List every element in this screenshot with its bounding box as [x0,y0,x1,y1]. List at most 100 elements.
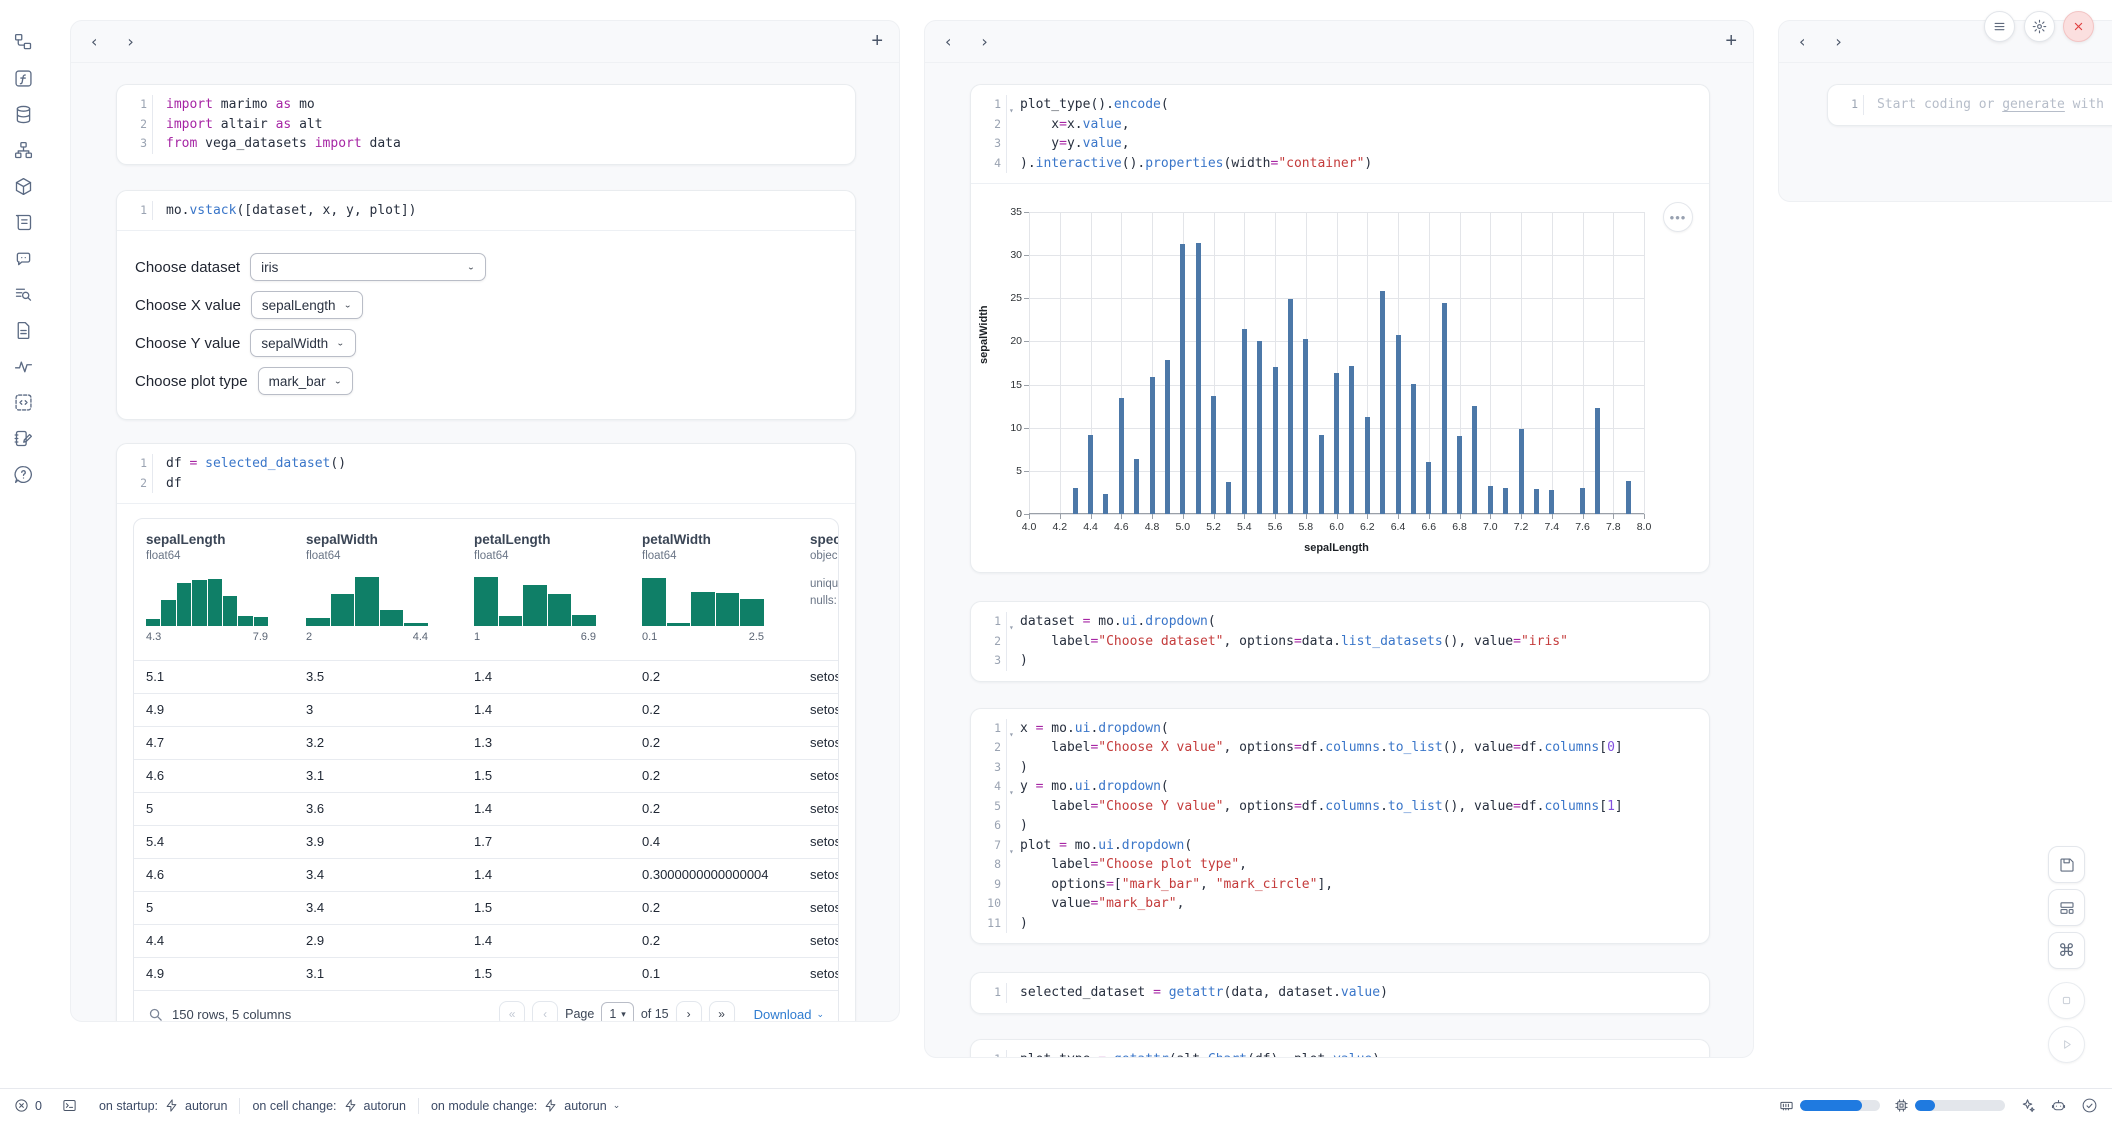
chart-actions-icon[interactable]: ••• [1663,202,1693,232]
connection-status-icon[interactable] [2081,1097,2098,1114]
chart-bar [1488,486,1493,514]
chart-bar [1180,244,1185,514]
chart-bar [1426,462,1431,514]
table-row[interactable]: 5.13.51.40.2setos [134,660,838,693]
code-editor[interactable]: 1selected_dataset = getattr(data, datase… [971,973,1709,1013]
dropdown-select[interactable]: iris⌄ [250,253,486,281]
search-icon[interactable] [148,1007,163,1022]
code-editor[interactable]: 1▾dataset = mo.ui.dropdown(2 label="Choo… [971,602,1709,681]
column-name: speci [810,532,839,547]
code-editor[interactable]: 1▾x = mo.ui.dropdown(2 label="Choose X v… [971,709,1709,944]
code-editor[interactable]: 1mo.vstack([dataset, x, y, plot]) [117,191,855,231]
sidebar-panel-functions[interactable] [9,64,37,92]
chart-bar [1472,406,1477,514]
sidebar-panel-packages[interactable] [9,172,37,200]
hist-bar [499,616,523,626]
code-editor[interactable]: 1import marimo as mo2import altair as al… [117,85,855,164]
download-button[interactable]: Download ⌄ [754,1007,824,1022]
code-editor[interactable]: 1 Start coding or generate with [1828,85,2112,125]
table-row[interactable]: 4.63.11.50.2setos [134,759,838,792]
column-header-speci[interactable]: speciobjecuniqunulls: [810,532,839,610]
keyboard-shortcuts-icon[interactable]: ⌘ [2048,932,2085,969]
previous-page-button[interactable]: ‹ [532,1001,558,1022]
last-page-button[interactable]: » [709,1001,735,1022]
first-page-button[interactable]: « [499,1001,525,1022]
fold-chevron-icon[interactable]: ▾ [1009,101,1014,121]
shutdown-close-icon[interactable] [2063,11,2094,42]
column-scroll-left-button[interactable]: ‹ [1795,30,1809,54]
fold-chevron-icon[interactable]: ▾ [1009,842,1014,862]
sidebar-panel-variables[interactable] [9,280,37,308]
sidebar-panel-datasources[interactable] [9,100,37,128]
table-cell: 1.7 [474,826,492,858]
settings-gear-icon[interactable] [2024,11,2055,42]
zap-icon [543,1098,558,1113]
save-icon[interactable] [2048,846,2085,883]
line-number: 11 [971,914,1007,934]
add-cell-button[interactable]: + [871,30,883,53]
run-play-icon[interactable] [2048,1026,2085,1063]
fold-chevron-icon[interactable]: ▾ [1009,725,1014,745]
table-row[interactable]: 4.73.21.30.2setos [134,726,838,759]
x-tick [1244,514,1245,519]
table-row[interactable]: 4.93.11.50.1setos [134,957,838,990]
column-header-petalLength[interactable]: petalLengthfloat6416.9 [474,532,596,643]
table-row[interactable]: 4.42.91.40.2setos [134,924,838,957]
terminal-icon[interactable] [62,1098,77,1113]
x-tick [1460,514,1461,519]
fold-chevron-icon[interactable]: ▾ [1009,618,1014,638]
dropdown-select[interactable]: sepalLength⌄ [251,291,363,319]
column-header-petalWidth[interactable]: petalWidthfloat640.12.5 [642,532,764,643]
sidebar-panel-dependencies[interactable] [9,136,37,164]
assistant-bot-icon[interactable] [2050,1097,2067,1114]
runtime-setting[interactable]: on startup:autorun [99,1098,227,1113]
sparkles-ai-icon[interactable] [2019,1097,2036,1114]
column-scroll-right-button[interactable]: › [977,30,991,54]
sidebar-panel-tracing[interactable] [9,352,37,380]
layout-grid-icon[interactable] [2048,889,2085,926]
dropdown-select[interactable]: mark_bar⌄ [258,367,353,395]
sidebar-panel-ai-chat[interactable] [9,244,37,272]
error-count-indicator[interactable]: 0 [14,1098,42,1113]
notebook-column-2: ‹ › + 1▾plot_type().encode(2 x=x.value,3… [924,20,1754,1058]
column-header-sepalLength[interactable]: sepalLengthfloat644.37.9 [146,532,268,643]
fold-chevron-icon[interactable]: ▾ [1009,783,1014,803]
cpu-icon [1894,1098,1909,1113]
column-scroll-left-button[interactable]: ‹ [87,30,101,54]
column-scroll-right-button[interactable]: › [123,30,137,54]
add-cell-button[interactable]: + [1725,30,1737,53]
page-select[interactable]: 1 ▾ [601,1002,633,1022]
runtime-setting[interactable]: on module change:autorun⌄ [431,1098,620,1113]
chart-bar [1503,488,1508,514]
hist-bar [161,600,175,626]
column-header-sepalWidth[interactable]: sepalWidthfloat6424.4 [306,532,428,643]
chart-bar [1150,377,1155,514]
dropdown-select[interactable]: sepalWidth⌄ [250,329,355,357]
table-row[interactable]: 53.41.50.2setos [134,891,838,924]
table-row[interactable]: 4.63.41.40.3000000000000004setos [134,858,838,891]
runtime-setting[interactable]: on cell change:autorun [252,1098,406,1113]
table-row[interactable]: 4.931.40.2setos [134,693,838,726]
sidebar-panel-file-tree[interactable] [9,28,37,56]
column-scroll-left-button[interactable]: ‹ [941,30,955,54]
x-tick-label: 4.4 [1083,521,1098,533]
chart-plot-area[interactable]: 051015202530354.04.24.44.64.85.05.25.45.… [1029,212,1644,514]
next-page-button[interactable]: › [676,1001,702,1022]
table-row[interactable]: 5.43.91.70.4setos [134,825,838,858]
x-tick-label: 8.0 [1637,521,1652,533]
sidebar-panel-logs[interactable] [9,208,37,236]
code-line: 11) [971,914,1697,934]
line-number: 9 [971,875,1007,895]
stop-icon[interactable] [2048,982,2085,1019]
generate-with-ai-link[interactable]: generate [2002,97,2065,112]
sidebar-panel-help[interactable] [9,460,37,488]
code-editor[interactable]: 1plot_type = getattr(alt.Chart(df), plot… [971,1040,1709,1059]
column-scroll-right-button[interactable]: › [1831,30,1845,54]
code-editor[interactable]: 1▾plot_type().encode(2 x=x.value,3 y=y.v… [971,85,1709,183]
sidebar-panel-snippets[interactable] [9,388,37,416]
table-row[interactable]: 53.61.40.2setos [134,792,838,825]
menu-icon[interactable] [1984,11,2015,42]
sidebar-panel-scratchpad[interactable] [9,424,37,452]
code-editor[interactable]: 1df = selected_dataset()2df [117,444,855,503]
sidebar-panel-documentation[interactable] [9,316,37,344]
